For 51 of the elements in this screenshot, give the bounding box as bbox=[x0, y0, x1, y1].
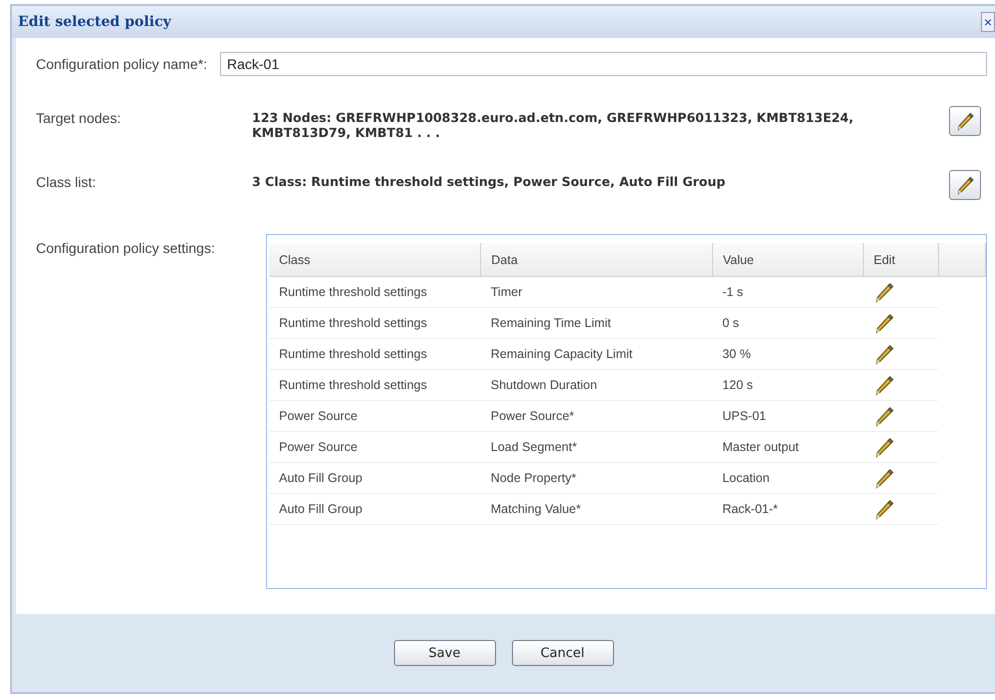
pencil-icon[interactable] bbox=[873, 405, 896, 427]
table-cell: Node Property* bbox=[490, 471, 576, 485]
table-cell: 30 % bbox=[722, 347, 751, 361]
table-cell: Runtime threshold settings bbox=[279, 378, 427, 392]
pencil-icon[interactable] bbox=[873, 312, 896, 334]
cancel-button[interactable]: Cancel bbox=[512, 640, 614, 666]
table-cell: 0 s bbox=[722, 316, 740, 330]
pencil-icon bbox=[955, 111, 975, 131]
pencil-icon[interactable] bbox=[873, 374, 896, 396]
column-header: Data bbox=[491, 252, 518, 266]
table-cell: Runtime threshold settings bbox=[279, 347, 427, 361]
field-label: Configuration policy settings: bbox=[36, 239, 216, 256]
table-cell: Runtime threshold settings bbox=[279, 316, 427, 330]
field-label: Configuration policy name*: bbox=[36, 56, 208, 72]
table-cell: Shutdown Duration bbox=[490, 378, 598, 392]
table-cell: UPS-01 bbox=[722, 409, 766, 423]
pencil-icon[interactable] bbox=[873, 498, 896, 520]
pencil-icon bbox=[955, 175, 975, 195]
summary-text: 3 Class: Runtime threshold settings, Power Source, Auto Fill Group bbox=[252, 173, 726, 189]
column-header: Edit bbox=[874, 252, 896, 266]
table-cell: Matching Value* bbox=[490, 502, 581, 516]
table-cell: Master output bbox=[722, 440, 799, 454]
pencil-icon[interactable] bbox=[873, 436, 896, 458]
table-cell: 120 s bbox=[722, 378, 753, 392]
save-button[interactable]: Save bbox=[394, 640, 496, 666]
edit-button[interactable] bbox=[949, 170, 981, 200]
column-header: Value bbox=[722, 252, 754, 266]
pencil-icon[interactable] bbox=[873, 281, 896, 303]
field-label: Class list: bbox=[36, 173, 97, 190]
table-cell: Power Source* bbox=[490, 409, 574, 423]
window-title: Edit selected policy bbox=[18, 14, 172, 30]
table-cell: Timer bbox=[490, 285, 522, 299]
table-cell: Power Source bbox=[279, 409, 358, 423]
table-cell: Remaining Capacity Limit bbox=[490, 347, 632, 361]
table-cell: Rack-01-* bbox=[722, 502, 778, 516]
table-cell: Location bbox=[722, 471, 770, 485]
column-header: Class bbox=[279, 252, 310, 266]
table-cell: Runtime threshold settings bbox=[279, 285, 427, 299]
table-cell: Load Segment* bbox=[490, 440, 577, 454]
field-label: Target nodes: bbox=[36, 109, 122, 126]
table-cell: Remaining Time Limit bbox=[490, 316, 611, 330]
pencil-icon[interactable] bbox=[873, 343, 896, 365]
edit-button[interactable] bbox=[949, 106, 981, 136]
summary-text: 123 Nodes: GREFRWHP1008328.euro.ad.etn.com, GREFRWHP6011323, KMBT813E24, KMBT813D79, KMBT81 . . . bbox=[252, 109, 855, 140]
table-cell: -1 s bbox=[722, 285, 744, 299]
input-field[interactable]: Rack-01 bbox=[220, 52, 987, 76]
close-button[interactable]: × bbox=[981, 12, 995, 32]
table-cell: Power Source bbox=[279, 440, 358, 454]
pencil-icon[interactable] bbox=[873, 467, 896, 489]
table-cell: Auto Fill Group bbox=[279, 502, 362, 516]
table-cell: Auto Fill Group bbox=[279, 471, 362, 485]
